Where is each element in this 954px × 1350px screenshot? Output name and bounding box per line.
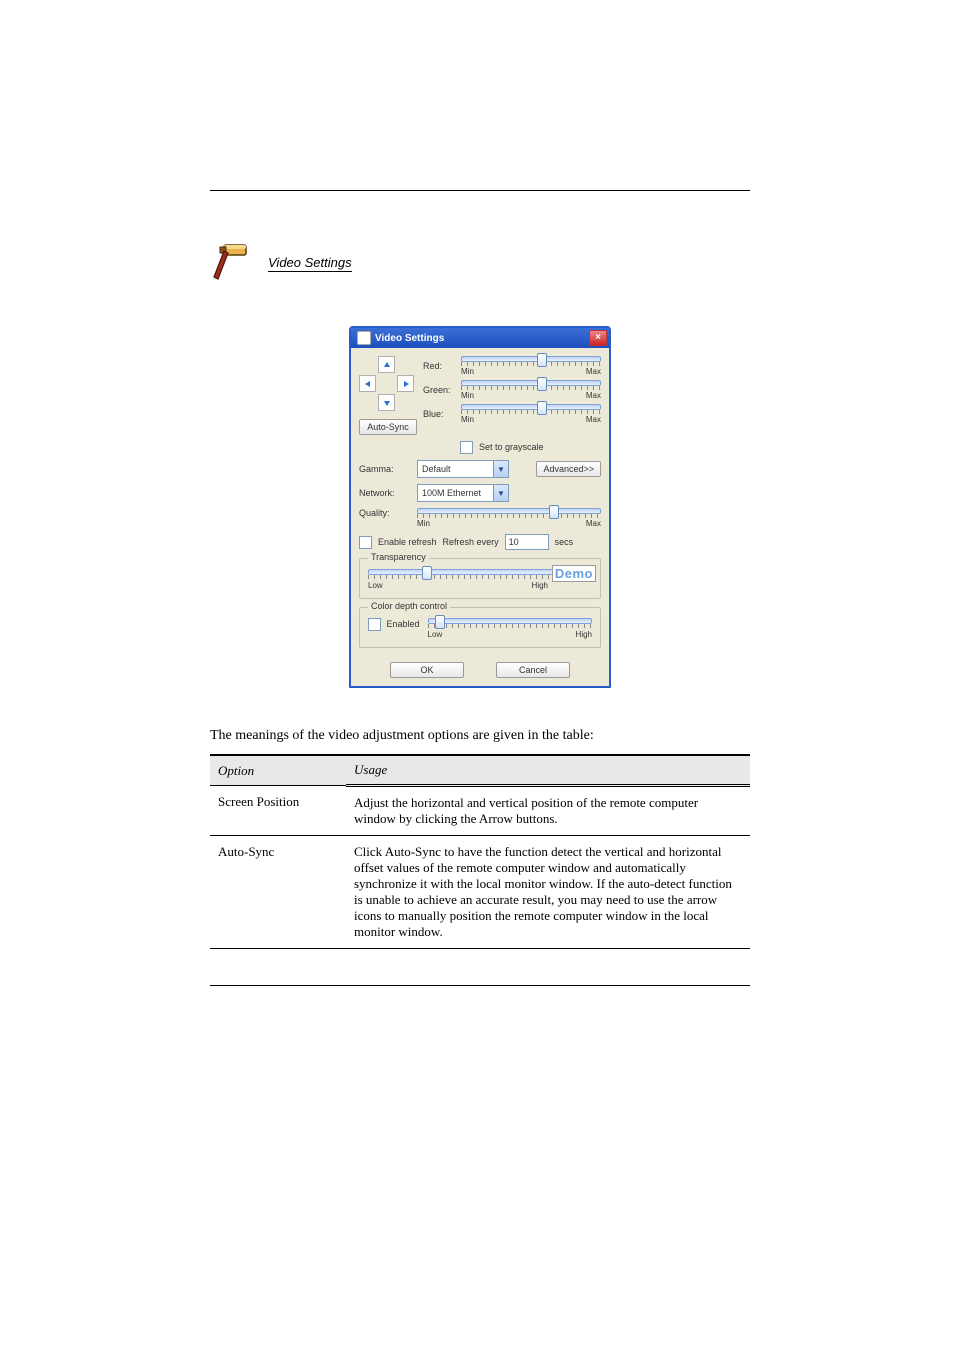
- table-row: Auto-Sync Click Auto-Sync to have the fu…: [210, 836, 750, 949]
- demo-box: Demo: [552, 565, 596, 582]
- color-depth-legend: Color depth control: [368, 601, 450, 611]
- color-depth-slider[interactable]: [428, 618, 592, 628]
- green-label: Green:: [423, 385, 455, 395]
- section-title: Video Settings: [268, 255, 352, 272]
- color-depth-enabled-checkbox[interactable]: [368, 618, 381, 631]
- quality-slider[interactable]: MinMax: [417, 508, 601, 528]
- network-label: Network:: [359, 488, 409, 498]
- description-text: The meanings of the video adjustment opt…: [210, 728, 750, 744]
- red-label: Red:: [423, 361, 455, 371]
- enable-refresh-checkbox[interactable]: [359, 536, 372, 549]
- cancel-button[interactable]: Cancel: [496, 662, 570, 678]
- options-table: Option Usage Screen Position Adjust the …: [210, 754, 750, 949]
- dialog-title: Video Settings: [375, 333, 589, 344]
- ok-button[interactable]: OK: [390, 662, 464, 678]
- green-slider[interactable]: MinMax: [461, 380, 601, 400]
- table-header-option: Option: [210, 755, 346, 786]
- refresh-every-label: Refresh every: [443, 537, 499, 547]
- app-icon: [357, 331, 371, 345]
- hammer-icon: [210, 241, 250, 286]
- gamma-label: Gamma:: [359, 464, 409, 474]
- screen-position-pad[interactable]: [359, 356, 414, 411]
- enabled-label: Enabled: [387, 619, 420, 629]
- auto-sync-button[interactable]: Auto-Sync: [359, 419, 417, 435]
- quality-label: Quality:: [359, 508, 409, 518]
- arrow-left-icon[interactable]: [359, 375, 376, 392]
- table-row: Screen Position Adjust the horizontal an…: [210, 786, 750, 836]
- dialog-titlebar[interactable]: Video Settings ×: [351, 328, 609, 348]
- arrow-down-icon[interactable]: [378, 394, 395, 411]
- video-settings-dialog: Video Settings ×: [349, 326, 611, 688]
- grayscale-label: Set to grayscale: [479, 442, 544, 452]
- chevron-down-icon[interactable]: ▼: [493, 461, 508, 477]
- table-header-usage: Usage: [346, 755, 750, 786]
- blue-label: Blue:: [423, 409, 455, 419]
- grayscale-checkbox[interactable]: [460, 441, 473, 454]
- gamma-select[interactable]: Default ▼: [417, 460, 509, 478]
- secs-label: secs: [555, 537, 574, 547]
- close-icon[interactable]: ×: [589, 330, 607, 346]
- arrow-right-icon[interactable]: [397, 375, 414, 392]
- blue-slider[interactable]: MinMax: [461, 404, 601, 424]
- enable-refresh-label: Enable refresh: [378, 537, 437, 547]
- chevron-down-icon[interactable]: ▼: [493, 485, 508, 501]
- arrow-up-icon[interactable]: [378, 356, 395, 373]
- refresh-interval-input[interactable]: 10: [505, 534, 549, 550]
- transparency-legend: Transparency: [368, 552, 429, 562]
- advanced-button[interactable]: Advanced>>: [536, 461, 601, 477]
- red-slider[interactable]: MinMax: [461, 356, 601, 376]
- network-select[interactable]: 100M Ethernet ▼: [417, 484, 509, 502]
